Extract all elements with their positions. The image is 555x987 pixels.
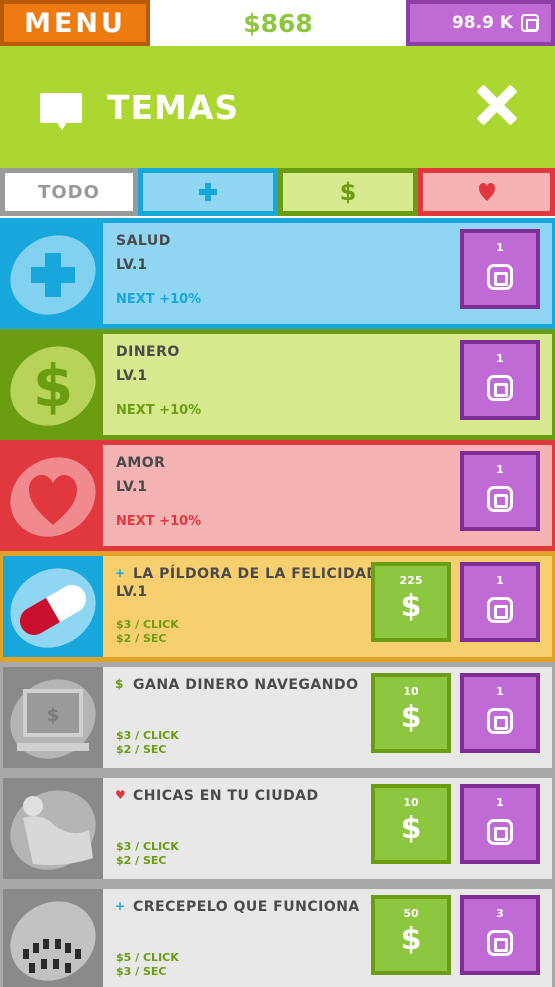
gem-icon xyxy=(487,597,513,623)
close-button[interactable] xyxy=(476,84,518,126)
item-category-sign: $ xyxy=(115,677,124,691)
cash-cost: 10 xyxy=(403,685,419,698)
upgrade-gem-button[interactable]: 1 xyxy=(460,229,540,309)
item-per-sec: $2 / SEC xyxy=(116,743,167,756)
item-per-sec: $2 / SEC xyxy=(116,854,167,867)
gem-icon xyxy=(487,819,513,845)
girl-icon xyxy=(3,778,103,879)
gem-cost: 3 xyxy=(496,907,504,920)
category-level: LV.1 xyxy=(116,479,148,495)
category-name: SALUD xyxy=(116,233,171,249)
gem-icon xyxy=(487,375,513,401)
upgrade-gem-button[interactable]: 1 xyxy=(460,451,540,531)
gem-cost: 1 xyxy=(496,796,504,809)
category-name: AMOR xyxy=(116,455,166,471)
pill-icon xyxy=(3,556,103,657)
category-next-bonus: NEXT +10% xyxy=(116,403,202,418)
dollar-icon: $ xyxy=(400,589,422,624)
category-row-salud: SALUD LV.1 NEXT +10% 1 xyxy=(0,218,555,329)
item-per-click: $3 / CLICK xyxy=(116,618,179,631)
gem-icon xyxy=(487,930,513,956)
dollar-icon: $ xyxy=(400,700,422,735)
page-title: TEMAS xyxy=(107,88,240,127)
money-counter: $868 xyxy=(243,8,313,38)
svg-text:$: $ xyxy=(33,352,73,420)
plus-icon xyxy=(3,223,103,324)
category-next-bonus: NEXT +10% xyxy=(116,292,202,307)
heart-icon xyxy=(478,182,496,202)
item-name: GANA DINERO NAVEGANDO xyxy=(133,677,359,693)
category-level: LV.1 xyxy=(116,257,148,273)
category-next-bonus: NEXT +10% xyxy=(116,514,202,529)
gems-counter: 98.9 K xyxy=(406,0,555,46)
buy-cash-button[interactable]: 10 $ xyxy=(371,784,451,864)
item-category-sign: + xyxy=(115,566,126,580)
tab-love[interactable] xyxy=(418,168,555,216)
computer-icon: $ xyxy=(3,667,103,768)
item-per-click: $3 / CLICK xyxy=(116,729,179,742)
tab-health[interactable] xyxy=(138,168,278,216)
item-name: LA PÍLDORA DE LA FELICIDAD xyxy=(133,566,379,582)
gems-value: 98.9 K xyxy=(451,13,513,33)
item-name: CRECEPELO QUE FUNCIONA xyxy=(133,899,360,915)
buy-cash-button[interactable]: 50 $ xyxy=(371,895,451,975)
tab-money[interactable]: $ xyxy=(278,168,418,216)
item-level: LV.1 xyxy=(116,584,148,600)
gem-cost: 1 xyxy=(496,352,504,365)
heart-icon xyxy=(3,445,103,546)
category-level: LV.1 xyxy=(116,368,148,384)
tab-money-label: $ xyxy=(283,173,413,211)
gem-cost: 1 xyxy=(496,685,504,698)
buy-gem-button[interactable]: 1 xyxy=(460,673,540,753)
tab-all[interactable]: TODO xyxy=(0,168,138,216)
plus-icon xyxy=(199,183,217,201)
item-name: CHICAS EN TU CIUDAD xyxy=(133,788,319,804)
gem-icon xyxy=(487,264,513,290)
gem-icon xyxy=(521,14,539,32)
gem-cost: 1 xyxy=(496,574,504,587)
item-per-click: $5 / CLICK xyxy=(116,951,179,964)
cash-cost: 225 xyxy=(399,574,423,587)
gem-icon xyxy=(487,486,513,512)
topic-item-row: ♥ CHICAS EN TU CIUDAD $3 / CLICK $2 / SE… xyxy=(0,773,555,884)
cash-cost: 10 xyxy=(403,796,419,809)
gem-icon xyxy=(487,708,513,734)
svg-text:$: $ xyxy=(47,705,60,726)
gem-cost: 1 xyxy=(496,241,504,254)
tab-all-label: TODO xyxy=(5,173,133,211)
category-row-dinero: $ DINERO LV.1 NEXT +10% 1 xyxy=(0,329,555,440)
dollar-icon: $ xyxy=(400,922,422,957)
buy-gem-button[interactable]: 3 xyxy=(460,895,540,975)
topics-header xyxy=(0,46,555,168)
buy-cash-button[interactable]: 10 $ xyxy=(371,673,451,753)
gem-cost: 1 xyxy=(496,463,504,476)
menu-button[interactable]: MENU xyxy=(0,0,150,46)
chat-bubble-icon xyxy=(40,93,82,130)
buy-cash-button[interactable]: 225 $ xyxy=(371,562,451,642)
dollar-icon: $ xyxy=(400,811,422,846)
buy-gem-button[interactable]: 1 xyxy=(460,562,540,642)
buy-gem-button[interactable]: 1 xyxy=(460,784,540,864)
topic-item-row: + LA PÍLDORA DE LA FELICIDAD LV.1 $3 / C… xyxy=(0,551,555,662)
topic-item-row: + CRECEPELO QUE FUNCIONA $5 / CLICK $3 /… xyxy=(0,884,555,987)
item-category-sign: ♥ xyxy=(115,788,126,802)
item-per-sec: $2 / SEC xyxy=(116,632,167,645)
hair-icon xyxy=(3,889,103,987)
item-per-sec: $3 / SEC xyxy=(116,965,167,978)
dollar-icon: $ xyxy=(3,334,103,435)
upgrade-gem-button[interactable]: 1 xyxy=(460,340,540,420)
category-row-amor: AMOR LV.1 NEXT +10% 1 xyxy=(0,440,555,551)
item-per-click: $3 / CLICK xyxy=(116,840,179,853)
topic-item-row: $ $ GANA DINERO NAVEGANDO $3 / CLICK $2 … xyxy=(0,662,555,773)
item-category-sign: + xyxy=(115,899,126,913)
category-name: DINERO xyxy=(116,344,180,360)
cash-cost: 50 xyxy=(403,907,419,920)
